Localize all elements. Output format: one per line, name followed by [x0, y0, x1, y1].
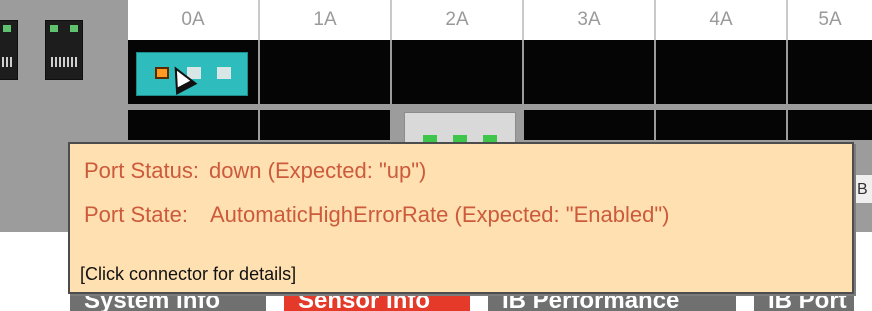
port-state-label: Port State:	[84, 202, 188, 227]
port-cell-4a[interactable]	[656, 40, 786, 104]
port-cell-5b[interactable]	[788, 110, 872, 140]
jack-led	[70, 25, 78, 32]
column-label: 3A	[524, 0, 656, 40]
jack-pins	[51, 57, 77, 67]
port-cell-2a[interactable]	[392, 40, 522, 104]
jack-pins	[0, 57, 12, 67]
ethernet-jack-icon	[45, 20, 83, 80]
management-ports	[0, 14, 128, 84]
port-indicator[interactable]	[217, 67, 231, 79]
column-label: 5A	[818, 9, 842, 30]
port-cell-5a[interactable]	[788, 40, 872, 104]
port-cell-4b[interactable]	[656, 110, 786, 140]
column-label: 4A	[656, 0, 788, 40]
port-status-label: Port Status:	[84, 158, 199, 183]
port-cell-3a[interactable]	[524, 40, 654, 104]
switch-panel-view: 0A 1A 2A 3A 4A 5A B System Info Sensor I…	[0, 0, 872, 311]
column-label: 2A	[392, 0, 524, 40]
jack-led	[50, 25, 58, 32]
ethernet-jack-icon	[0, 20, 18, 80]
column-label: 1A	[260, 0, 392, 40]
jack-led	[3, 25, 11, 32]
port-status-tooltip: Port Status: down (Expected: "up") Port S…	[68, 142, 854, 294]
port-cell-1b[interactable]	[260, 110, 390, 140]
port-cell-0a	[128, 40, 258, 104]
tooltip-footer-hint: [Click connector for details]	[80, 264, 297, 284]
port-state-value: AutomaticHighErrorRate (Expected: "Enabl…	[209, 202, 670, 227]
column-label: 0A	[128, 0, 260, 40]
port-cell-1a[interactable]	[260, 40, 390, 104]
column-header-row: 0A 1A 2A 3A 4A 5A	[128, 0, 872, 40]
port-cell-3b[interactable]	[524, 110, 654, 140]
port-state-row: Port State: AutomaticHighErrorRate (Expec…	[84, 202, 669, 228]
port-cell-0b[interactable]	[128, 110, 258, 140]
port-status-value: down (Expected: "up")	[208, 158, 427, 183]
port-status-row: Port Status: down (Expected: "up")	[84, 158, 426, 184]
side-b-label: B	[852, 174, 872, 204]
